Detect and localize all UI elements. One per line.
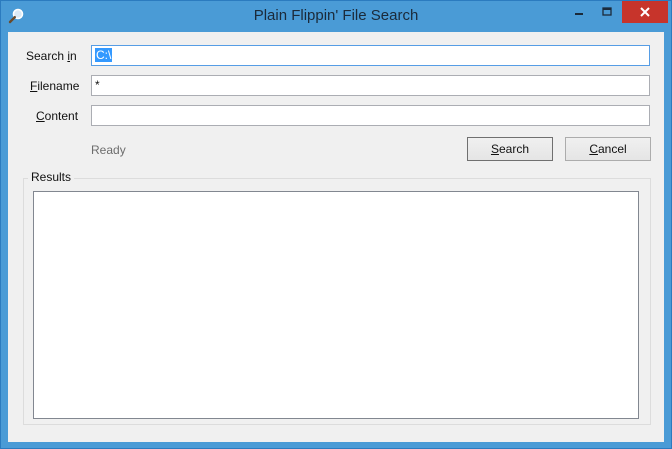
content-input[interactable] <box>91 105 650 126</box>
search-in-input[interactable]: C:\ <box>91 45 650 66</box>
search-button[interactable]: Search <box>467 137 553 161</box>
minimize-button[interactable] <box>566 1 592 23</box>
search-in-label: Search in <box>26 49 77 63</box>
cancel-button[interactable]: Cancel <box>565 137 651 161</box>
filename-label: Filename <box>30 79 80 93</box>
status-text: Ready <box>91 143 126 157</box>
close-button[interactable] <box>622 1 668 23</box>
close-icon <box>640 7 650 17</box>
dialog-body: Search in C:\ Filename * Content Ready S… <box>8 32 664 442</box>
title-bar[interactable]: Plain Flippin' File Search <box>1 1 671 32</box>
content-label: Content <box>36 109 79 123</box>
maximize-button[interactable] <box>594 1 620 23</box>
results-label: Results <box>28 170 75 184</box>
filename-input[interactable]: * <box>91 75 650 96</box>
app-window: Plain Flippin' File Search Search in C:\… <box>0 0 672 449</box>
search-in-value: C:\ <box>95 48 113 62</box>
maximize-icon <box>602 7 612 16</box>
results-list[interactable] <box>33 191 639 419</box>
minimize-icon <box>575 13 583 15</box>
